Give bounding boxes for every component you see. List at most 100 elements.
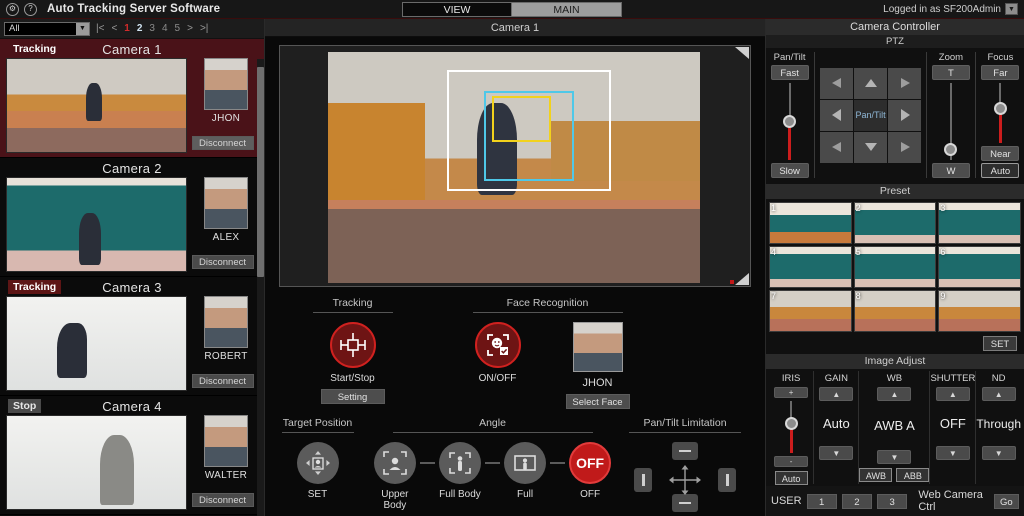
dpad-up-button[interactable] bbox=[854, 67, 888, 99]
face-recognition-onoff-button[interactable] bbox=[474, 322, 521, 368]
help-icon[interactable]: ? bbox=[24, 2, 37, 16]
user-2-button[interactable]: 2 bbox=[841, 493, 873, 509]
iris-slider[interactable] bbox=[784, 401, 798, 453]
shutter-down-button[interactable]: ▼ bbox=[935, 446, 970, 460]
gain-up-button[interactable]: ▲ bbox=[819, 387, 854, 401]
preset-item-3[interactable]: 3 bbox=[938, 202, 1021, 244]
camera-1-disconnect-button[interactable]: Disconnect bbox=[191, 136, 254, 150]
camera-list-scrollbar[interactable] bbox=[257, 59, 264, 516]
preset-set-button[interactable]: SET bbox=[983, 336, 1017, 351]
camera-1-face-thumbnail[interactable] bbox=[204, 58, 248, 110]
scrollbar-thumb[interactable] bbox=[257, 67, 264, 277]
tab-view[interactable]: VIEW bbox=[402, 2, 512, 17]
pan-tilt-fast-button[interactable]: Fast bbox=[770, 65, 809, 80]
shutter-up-button[interactable]: ▲ bbox=[935, 387, 970, 401]
pan-tilt-speed-slider[interactable] bbox=[783, 83, 797, 160]
camera-4-face-thumbnail[interactable] bbox=[204, 415, 248, 467]
dpad-center-label[interactable]: Pan/Tilt bbox=[854, 99, 888, 131]
resize-handle-bottom-right-icon[interactable] bbox=[735, 273, 749, 285]
zoom-wide-button[interactable]: W bbox=[931, 163, 970, 178]
camera-list-item-3[interactable]: Tracking Camera 3 ROBERT Disconnect bbox=[0, 277, 264, 396]
page-1-button[interactable]: 1 bbox=[124, 23, 130, 34]
camera-4-disconnect-button[interactable]: Disconnect bbox=[191, 493, 254, 507]
angle-option-off[interactable]: OFF OFF bbox=[565, 442, 615, 500]
iris-auto-button[interactable]: Auto bbox=[774, 471, 808, 485]
dpad-down-left-button[interactable] bbox=[820, 131, 854, 163]
dpad-up-right-button[interactable] bbox=[888, 67, 922, 99]
preset-item-6[interactable]: 6 bbox=[938, 246, 1021, 288]
wb-down-button[interactable]: ▼ bbox=[877, 450, 912, 464]
preset-item-7[interactable]: 7 bbox=[769, 290, 852, 332]
web-camera-ctrl-go-button[interactable]: Go bbox=[993, 493, 1019, 509]
camera-list-item-4[interactable]: Stop Camera 4 WALTER Disconnect bbox=[0, 396, 264, 515]
slider-knob[interactable] bbox=[784, 416, 798, 430]
slider-knob[interactable] bbox=[993, 102, 1007, 116]
ptl-up-button[interactable] bbox=[672, 442, 698, 460]
camera-3-thumbnail[interactable] bbox=[6, 296, 187, 391]
zoom-slider[interactable] bbox=[944, 83, 958, 160]
ptl-right-button[interactable] bbox=[718, 468, 736, 492]
preset-item-4[interactable]: 4 bbox=[769, 246, 852, 288]
camera-2-thumbnail[interactable] bbox=[6, 177, 187, 272]
camera-list-item-1[interactable]: Tracking Camera 1 JHON Disconnect bbox=[0, 39, 264, 158]
angle-option-full-body[interactable]: Full Body bbox=[435, 442, 485, 500]
focus-auto-button[interactable]: Auto bbox=[981, 163, 1020, 178]
wb-up-button[interactable]: ▲ bbox=[877, 387, 912, 401]
camera-2-disconnect-button[interactable]: Disconnect bbox=[191, 255, 254, 269]
camera-1-thumbnail[interactable] bbox=[6, 58, 187, 153]
page-first-button[interactable]: |< bbox=[96, 23, 104, 34]
page-prev-button[interactable]: < bbox=[111, 23, 117, 34]
focus-slider[interactable] bbox=[993, 83, 1007, 143]
page-5-button[interactable]: 5 bbox=[175, 23, 181, 34]
preset-item-9[interactable]: 9 bbox=[938, 290, 1021, 332]
camera-filter-select[interactable]: All ▼ bbox=[4, 21, 90, 36]
video-viewer[interactable] bbox=[279, 45, 751, 287]
page-4-button[interactable]: 4 bbox=[162, 23, 168, 34]
chevron-down-icon[interactable]: ▼ bbox=[1005, 3, 1018, 15]
target-position-button[interactable] bbox=[296, 442, 339, 484]
chevron-down-icon[interactable]: ▼ bbox=[76, 22, 89, 35]
preset-item-1[interactable]: 1 bbox=[769, 202, 852, 244]
angle-option-upper-body[interactable]: Upper Body bbox=[370, 442, 420, 511]
camera-4-thumbnail[interactable] bbox=[6, 415, 187, 510]
tracking-start-stop-button[interactable] bbox=[329, 322, 376, 368]
abb-button[interactable]: ABB bbox=[896, 468, 930, 482]
slider-knob[interactable] bbox=[783, 115, 797, 129]
gain-down-button[interactable]: ▼ bbox=[819, 446, 854, 460]
dpad-right-button[interactable] bbox=[888, 99, 922, 131]
awb-button[interactable]: AWB bbox=[859, 468, 893, 482]
nd-up-button[interactable]: ▲ bbox=[981, 387, 1016, 401]
iris-increase-button[interactable]: + bbox=[774, 387, 809, 398]
preset-item-8[interactable]: 8 bbox=[853, 290, 937, 332]
resize-handle-top-right-icon[interactable] bbox=[735, 47, 749, 59]
user-1-button[interactable]: 1 bbox=[806, 493, 837, 509]
nd-down-button[interactable]: ▼ bbox=[981, 446, 1016, 460]
page-last-button[interactable]: >| bbox=[200, 23, 208, 34]
gear-icon[interactable]: ⚙ bbox=[6, 2, 19, 16]
camera-3-face-thumbnail[interactable] bbox=[204, 296, 248, 348]
dpad-down-button[interactable] bbox=[854, 131, 888, 163]
camera-3-disconnect-button[interactable]: Disconnect bbox=[191, 374, 254, 388]
page-next-button[interactable]: > bbox=[187, 23, 193, 34]
page-2-button[interactable]: 2 bbox=[137, 23, 143, 34]
preset-item-2[interactable]: 2 bbox=[853, 202, 937, 244]
selected-face-thumbnail[interactable] bbox=[572, 322, 623, 372]
user-3-button[interactable]: 3 bbox=[877, 493, 908, 509]
tab-main[interactable]: MAIN bbox=[512, 2, 622, 17]
camera-2-face-thumbnail[interactable] bbox=[204, 177, 248, 229]
select-face-button[interactable]: Select Face bbox=[565, 394, 630, 409]
focus-near-button[interactable]: Near bbox=[981, 146, 1020, 161]
preset-item-5[interactable]: 5 bbox=[853, 246, 937, 288]
ptl-down-button[interactable] bbox=[672, 494, 698, 512]
ptl-left-button[interactable] bbox=[634, 468, 652, 492]
page-3-button[interactable]: 3 bbox=[149, 23, 155, 34]
tracking-setting-button[interactable]: Setting bbox=[320, 389, 385, 404]
slider-knob[interactable] bbox=[944, 143, 958, 157]
camera-list-item-2[interactable]: Camera 2 ALEX Disconnect bbox=[0, 158, 264, 277]
pan-tilt-slow-button[interactable]: Slow bbox=[770, 163, 809, 178]
dpad-up-left-button[interactable] bbox=[820, 67, 854, 99]
iris-decrease-button[interactable]: - bbox=[774, 456, 809, 467]
dpad-down-right-button[interactable] bbox=[888, 131, 922, 163]
focus-far-button[interactable]: Far bbox=[981, 65, 1020, 80]
dpad-left-button[interactable] bbox=[820, 99, 854, 131]
